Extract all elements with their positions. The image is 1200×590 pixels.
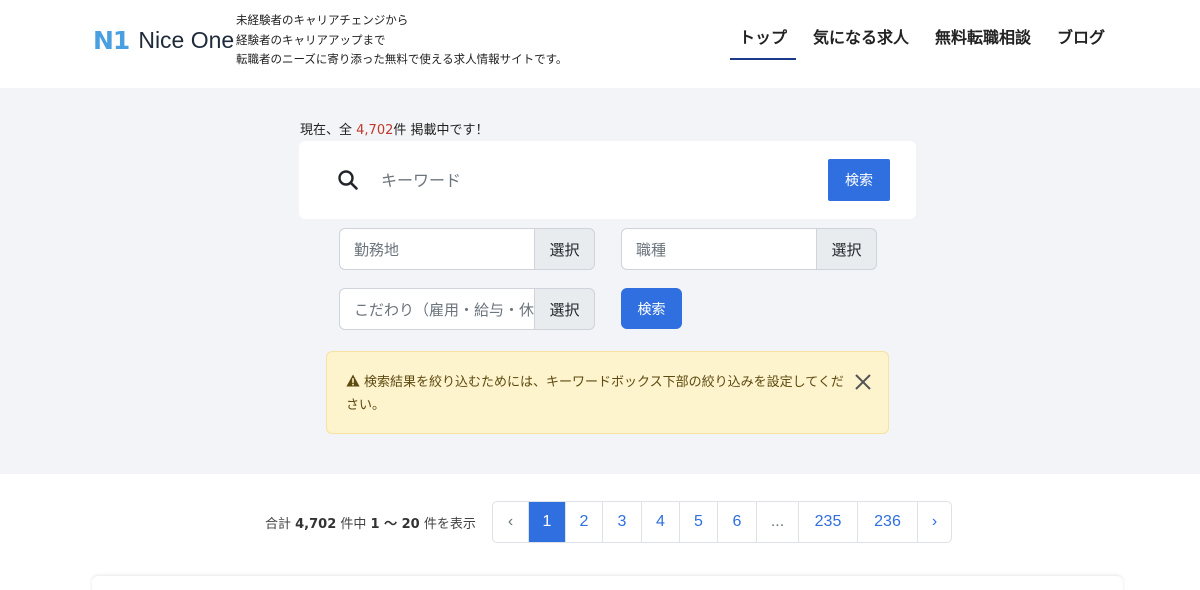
alert-message: 検索結果を絞り込むためには、キーワードボックス下部の絞り込みを設定してください。 bbox=[346, 374, 844, 413]
site-tagline: 未経験者のキャリアチェンジから 経験者のキャリアアップまで 転職者のニーズに寄り… bbox=[236, 11, 567, 70]
nav-item-favorites[interactable]: 気になる求人 bbox=[804, 24, 918, 60]
site-header: N1 Nice One 未経験者のキャリアチェンジから 経験者のキャリアアップま… bbox=[0, 0, 1200, 88]
job-type-filter: 職種 選択 bbox=[621, 228, 877, 270]
nav-item-consultation[interactable]: 無料転職相談 bbox=[926, 24, 1040, 60]
main-nav: トップ 気になる求人 無料転職相談 ブログ bbox=[722, 24, 1114, 60]
keyword-search-box: 検索 bbox=[299, 141, 916, 219]
page-2[interactable]: 2 bbox=[565, 502, 602, 542]
preferences-select-button[interactable]: 選択 bbox=[534, 288, 595, 330]
page-235[interactable]: 235 bbox=[798, 502, 857, 542]
location-select-button[interactable]: 選択 bbox=[534, 228, 595, 270]
page-3[interactable]: 3 bbox=[602, 502, 641, 542]
search-section: 現在、全 4,702件 掲載中です！ 検索 勤務地 選択 職種 選択 こだわり（… bbox=[0, 88, 1200, 474]
location-field[interactable]: 勤務地 bbox=[339, 228, 534, 270]
search-icon bbox=[338, 170, 358, 190]
preferences-field[interactable]: こだわり（雇用・給与・休日など） bbox=[339, 288, 534, 330]
results-card bbox=[92, 576, 1123, 590]
keyword-input[interactable] bbox=[381, 161, 801, 199]
next-page-button[interactable]: › bbox=[917, 502, 951, 542]
listing-count-value: 4,702 bbox=[356, 123, 394, 138]
nav-item-blog[interactable]: ブログ bbox=[1048, 24, 1114, 60]
result-range: 合計 4,702 件中 1 〜 20 件を表示 bbox=[265, 517, 476, 532]
job-type-select-button[interactable]: 選択 bbox=[816, 228, 877, 270]
logo-text: Nice One bbox=[138, 27, 235, 53]
page-5[interactable]: 5 bbox=[679, 502, 717, 542]
close-icon[interactable] bbox=[853, 372, 873, 392]
page-6[interactable]: 6 bbox=[717, 502, 756, 542]
listing-count: 現在、全 4,702件 掲載中です！ bbox=[300, 123, 489, 138]
page-1[interactable]: 1 bbox=[528, 502, 565, 542]
location-filter: 勤務地 選択 bbox=[339, 228, 595, 270]
tagline-line: 経験者のキャリアアップまで bbox=[236, 32, 386, 47]
filter-search-button[interactable]: 検索 bbox=[621, 288, 682, 329]
page-236[interactable]: 236 bbox=[857, 502, 917, 542]
warning-icon bbox=[346, 374, 360, 387]
prev-page-button[interactable]: ‹ bbox=[493, 502, 528, 542]
site-logo[interactable]: N1 Nice One bbox=[93, 26, 234, 55]
nav-item-top[interactable]: トップ bbox=[729, 24, 796, 60]
preferences-filter: こだわり（雇用・給与・休日など） 選択 bbox=[339, 288, 595, 330]
tagline-line: 転職者のニーズに寄り添った無料で使える求人情報サイトです。 bbox=[236, 52, 568, 66]
tagline-line: 未経験者のキャリアチェンジから bbox=[236, 13, 409, 27]
pagination: ‹ 1 2 3 4 5 6 ... 235 236 › bbox=[492, 501, 952, 543]
page-4[interactable]: 4 bbox=[641, 502, 679, 542]
page-ellipsis: ... bbox=[756, 502, 798, 542]
job-type-field[interactable]: 職種 bbox=[621, 228, 816, 270]
keyword-search-button[interactable]: 検索 bbox=[828, 159, 890, 201]
info-alert: 検索結果を絞り込むためには、キーワードボックス下部の絞り込みを設定してください。 bbox=[326, 351, 889, 434]
logo-mark: N1 bbox=[93, 26, 130, 55]
